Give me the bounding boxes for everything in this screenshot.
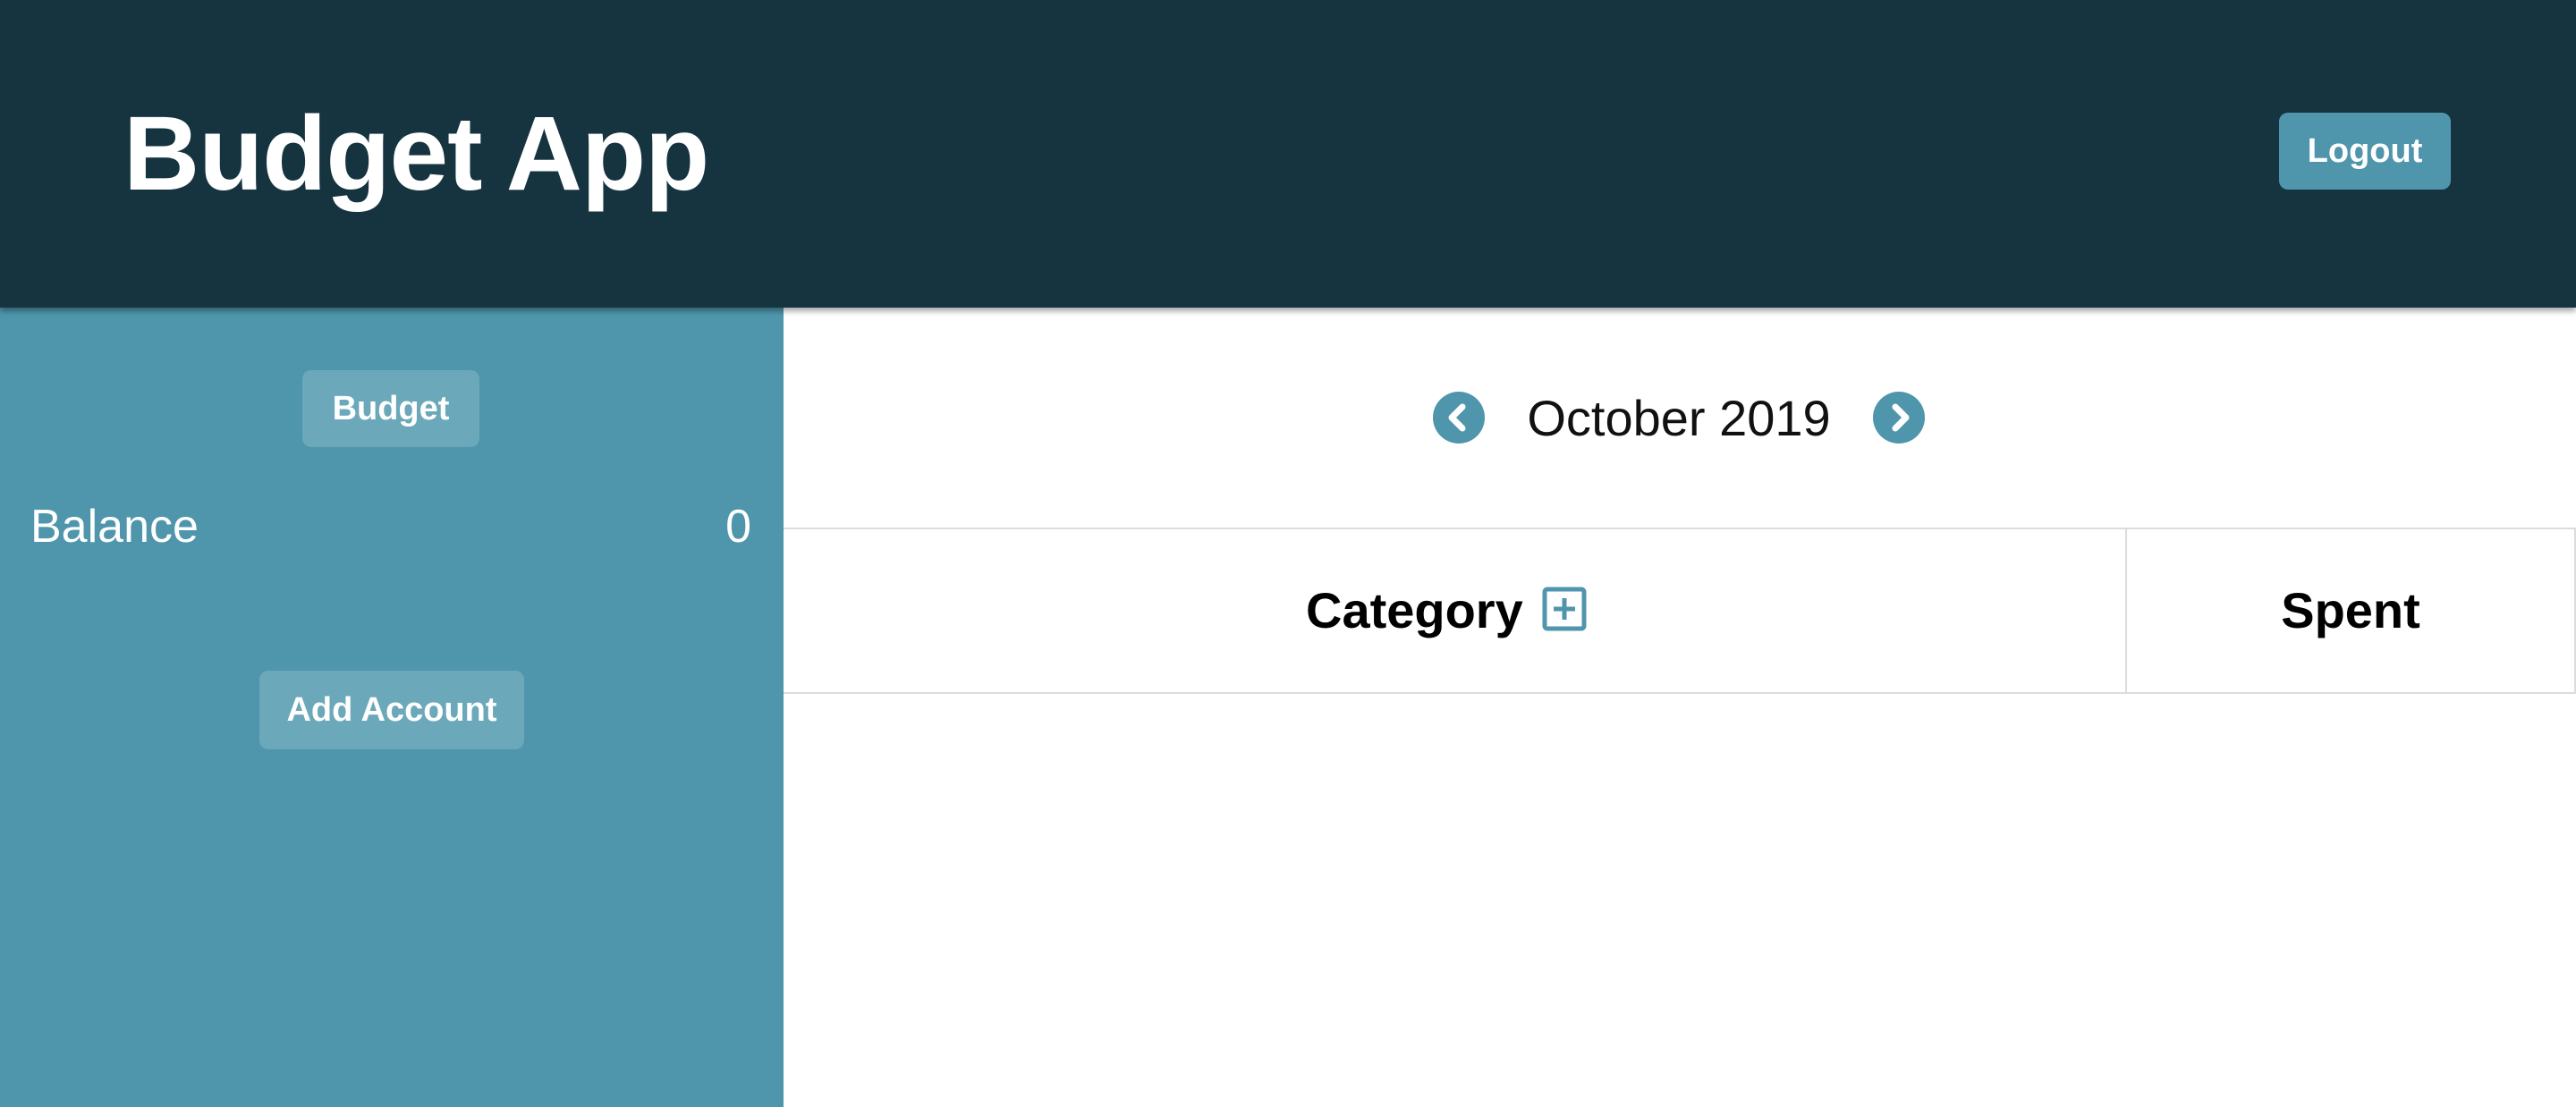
balance-label: Balance xyxy=(30,501,199,553)
chevron-left-circle-icon[interactable] xyxy=(1433,392,1485,444)
app-header: Budget App Logout xyxy=(0,0,2576,308)
balance-value: 0 xyxy=(725,501,751,553)
budget-button[interactable]: Budget xyxy=(302,370,479,447)
category-header-label: Category xyxy=(1306,582,1523,638)
chevron-right-circle-icon[interactable] xyxy=(1873,392,1925,444)
month-navigation: October 2019 xyxy=(784,386,2576,458)
category-column-header: Category xyxy=(784,529,2127,692)
spent-column-header: Spent xyxy=(2127,529,2576,692)
add-account-button[interactable]: Add Account xyxy=(259,671,524,749)
current-month-label: October 2019 xyxy=(1527,390,1831,446)
logout-button[interactable]: Logout xyxy=(2279,113,2451,190)
plus-square-icon[interactable] xyxy=(1542,587,1587,631)
balance-row: Balance 0 xyxy=(30,495,751,558)
main-content: October 2019 Category Spent xyxy=(784,308,2576,1107)
budget-table: Category Spent xyxy=(784,528,2576,694)
spent-header-label: Spent xyxy=(2281,582,2420,638)
app-title: Budget App xyxy=(123,95,709,213)
sidebar: Budget Balance 0 Add Account xyxy=(0,308,784,1107)
